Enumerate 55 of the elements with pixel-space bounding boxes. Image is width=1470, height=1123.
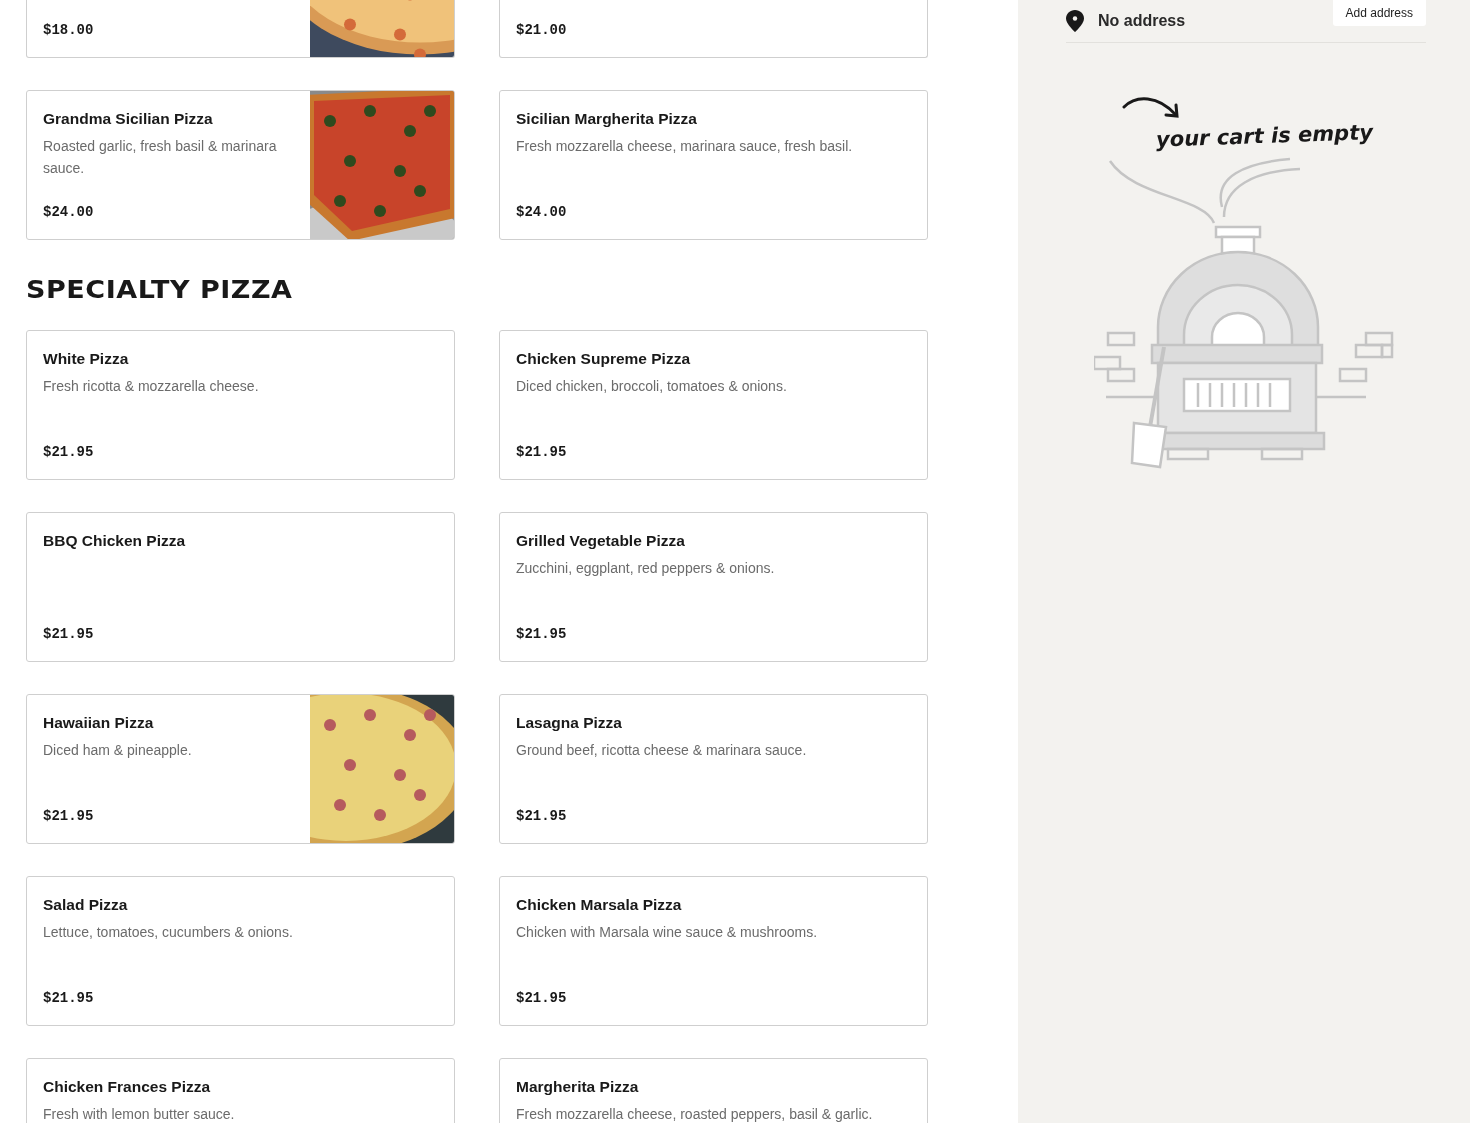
item-price: $21.95 [43, 807, 95, 826]
item-name: White Pizza [43, 349, 130, 369]
item-name: Margherita Pizza [516, 1077, 640, 1097]
item-name: Chicken Frances Pizza [43, 1077, 212, 1097]
menu-item-card[interactable]: $21.00 [499, 0, 928, 58]
item-name: Salad Pizza [43, 895, 129, 915]
item-description: Fresh with lemon butter sauce. [43, 1105, 236, 1123]
menu-item-card[interactable]: Chicken Marsala Pizza Chicken with Marsala wine sauce & mushrooms. $21.95 [499, 876, 928, 1026]
item-price: $21.95 [516, 989, 568, 1008]
curved-arrow-icon [1122, 95, 1180, 121]
section-heading: SPECIALTY PIZZA [26, 276, 294, 304]
item-description: Fresh mozzarella cheese, roasted peppers, basil & garlic. [516, 1105, 874, 1123]
menu-item-card[interactable]: Chicken Frances Pizza Fresh with lemon butter sauce. [26, 1058, 455, 1123]
item-description: Fresh ricotta & mozzarella cheese. [43, 377, 260, 396]
item-price: $21.95 [43, 989, 95, 1008]
item-name: BBQ Chicken Pizza [43, 531, 187, 551]
item-price: $21.95 [43, 443, 95, 462]
address-text: No address [1098, 11, 1187, 31]
menu-item-card[interactable]: Lasagna Pizza Ground beef, ricotta cheese & marinara sauce. $21.95 [499, 694, 928, 844]
menu-item-card[interactable]: $18.00 [26, 0, 455, 58]
item-price: $24.00 [43, 203, 95, 222]
location-pin-icon [1066, 10, 1084, 32]
item-description: Diced chicken, broccoli, tomatoes & onions. [516, 377, 788, 396]
item-name: Chicken Supreme Pizza [516, 349, 692, 369]
item-name: Grilled Vegetable Pizza [516, 531, 686, 551]
item-price: $21.95 [516, 443, 568, 462]
menu-item-card[interactable]: Grandma Sicilian Pizza Roasted garlic, fresh basil & marinara sauce. $24.00 [26, 90, 455, 240]
menu-item-card[interactable]: White Pizza Fresh ricotta & mozzarella cheese. $21.95 [26, 330, 455, 480]
menu-item-card[interactable]: Hawaiian Pizza Diced ham & pineapple. $21.95 [26, 694, 455, 844]
item-description: Lettuce, tomatoes, cucumbers & onions. [43, 923, 294, 942]
menu-item-card[interactable]: BBQ Chicken Pizza $21.95 [26, 512, 455, 662]
item-description: Fresh mozzarella cheese, marinara sauce, fresh basil. [516, 137, 854, 156]
menu-item-card[interactable]: Grilled Vegetable Pizza Zucchini, eggplant, red peppers & onions. $21.95 [499, 512, 928, 662]
item-description: Chicken with Marsala wine sauce & mushrooms. [516, 923, 819, 942]
item-price: $21.95 [516, 625, 568, 644]
item-description: Roasted garlic, fresh basil & marinara sauce. [43, 137, 278, 178]
item-name: Lasagna Pizza [516, 713, 623, 733]
item-name: Hawaiian Pizza [43, 713, 155, 733]
menu-item-card[interactable]: Margherita Pizza Fresh mozzarella cheese, roasted peppers, basil & garlic. [499, 1058, 928, 1123]
item-price: $18.00 [43, 21, 95, 40]
item-price: $21.00 [516, 21, 568, 40]
item-price: $21.95 [43, 625, 95, 644]
item-price: $21.95 [516, 807, 568, 826]
item-name: Chicken Marsala Pizza [516, 895, 683, 915]
menu-item-card[interactable]: Salad Pizza Lettuce, tomatoes, cucumbers & onions. $21.95 [26, 876, 455, 1026]
empty-cart-message: your cart is empty [1155, 119, 1374, 154]
item-description: Ground beef, ricotta cheese & marinara sauce. [516, 741, 808, 760]
item-name: Grandma Sicilian Pizza [43, 109, 214, 129]
item-description: Diced ham & pineapple. [43, 741, 193, 760]
item-name: Sicilian Margherita Pizza [516, 109, 698, 129]
item-price: $24.00 [516, 203, 568, 222]
item-description: Zucchini, eggplant, red peppers & onions. [516, 559, 776, 578]
menu-item-card[interactable]: Chicken Supreme Pizza Diced chicken, broccoli, tomatoes & onions. $21.95 [499, 330, 928, 480]
add-address-button[interactable]: Add address [1332, 0, 1426, 26]
menu-item-card[interactable]: Sicilian Margherita Pizza Fresh mozzarella cheese, marinara sauce, fresh basil. $24.00 [499, 90, 928, 240]
